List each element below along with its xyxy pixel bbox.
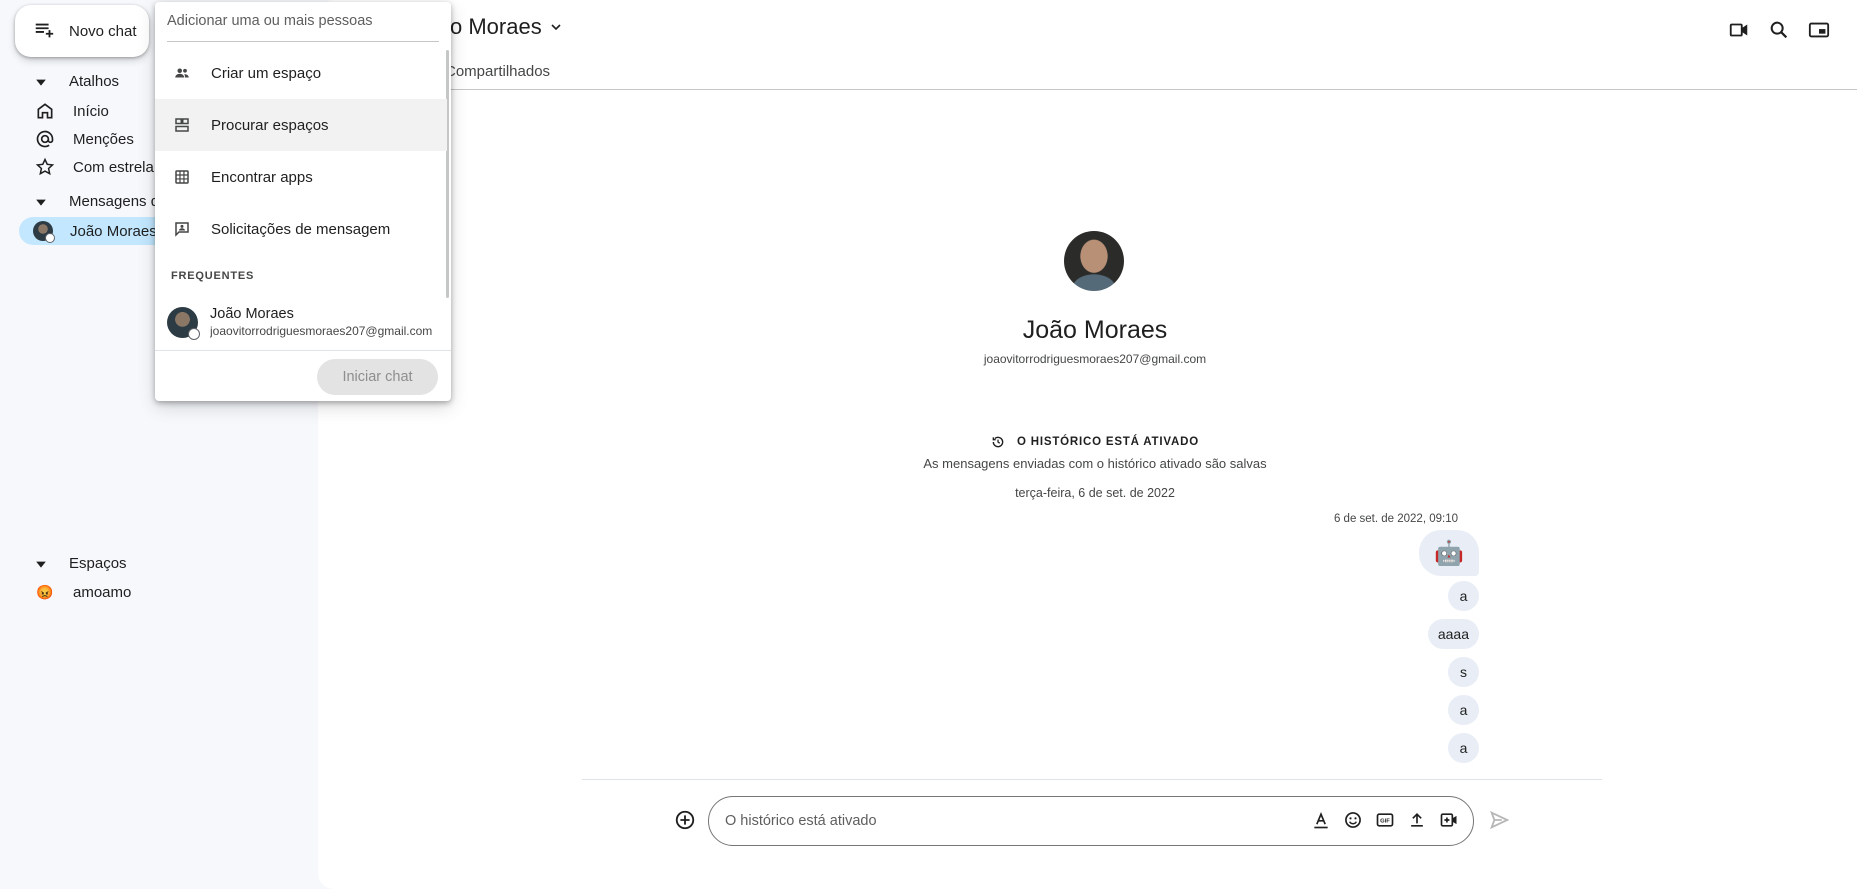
frequent-contact[interactable]: João Moraes joaovitorrodriguesmoraes207@… xyxy=(167,301,443,343)
history-subtitle: As mensagens enviadas com o histórico at… xyxy=(923,456,1267,471)
picture-in-picture-icon[interactable] xyxy=(1808,19,1830,41)
home-icon xyxy=(37,103,53,119)
profile-avatar xyxy=(1064,231,1124,291)
group-add-icon xyxy=(175,68,189,78)
spaces-heading: Espaços xyxy=(69,555,127,572)
send-icon[interactable] xyxy=(1488,809,1510,831)
caret-down-icon xyxy=(36,79,46,86)
message-bubble[interactable]: a xyxy=(1448,695,1479,725)
conversation-title-text: o Moraes xyxy=(450,14,542,39)
at-icon xyxy=(36,130,54,148)
sidebar-item-label: amoamo xyxy=(73,583,132,601)
caret-down-icon xyxy=(36,561,46,568)
sidebar-item-mentions[interactable]: Menções xyxy=(35,127,134,151)
frequent-contact-email: joaovitorrodriguesmoraes207@gmail.com xyxy=(210,324,433,338)
menu-item-label: Encontrar apps xyxy=(211,168,313,186)
shortcuts-section-toggle[interactable]: Atalhos xyxy=(35,73,119,90)
new-chat-button[interactable]: Novo chat xyxy=(15,5,149,57)
frequent-heading: FREQUENTES xyxy=(171,270,255,282)
avatar xyxy=(167,306,200,340)
menu-item-label: Procurar espaços xyxy=(211,116,329,134)
message-request-icon xyxy=(175,222,189,237)
menu-item-browse-spaces[interactable]: Procurar espaços xyxy=(155,99,447,151)
conversation-title[interactable]: o Moraes xyxy=(450,14,564,40)
browse-spaces-icon xyxy=(175,118,189,132)
apps-grid-icon xyxy=(175,170,189,184)
history-status: O HISTÓRICO ESTÁ ATIVADO xyxy=(0,435,1857,449)
message-bubble[interactable]: aaaa xyxy=(1427,619,1479,649)
message-bubble[interactable]: 🤖 xyxy=(1419,530,1479,576)
sidebar-item-home[interactable]: Início xyxy=(35,99,109,123)
video-add-icon[interactable] xyxy=(1439,810,1459,830)
svg-text:GIF: GIF xyxy=(1380,819,1390,825)
message-bubble[interactable]: a xyxy=(1448,581,1479,611)
header-divider xyxy=(318,89,1857,90)
search-icon[interactable] xyxy=(1768,19,1790,41)
sidebar-item-label: João Moraes xyxy=(70,222,157,240)
add-people-input[interactable] xyxy=(167,13,439,42)
spaces-section-toggle[interactable]: Espaços xyxy=(35,555,127,572)
sidebar-item-amoamo[interactable]: 😡 amoamo xyxy=(35,580,131,604)
message-bubble[interactable]: s xyxy=(1448,657,1479,687)
shortcuts-heading: Atalhos xyxy=(69,73,120,90)
menu-divider xyxy=(155,350,451,351)
start-chat-button[interactable]: Iniciar chat xyxy=(317,359,438,395)
add-attachment-icon[interactable] xyxy=(674,809,696,831)
history-icon xyxy=(992,436,1004,448)
caret-down-icon xyxy=(36,199,46,206)
frequent-contact-details: João Moraes joaovitorrodriguesmoraes207@… xyxy=(210,306,433,338)
new-chat-label: Novo chat xyxy=(69,22,137,40)
sidebar-item-label: Com estrela xyxy=(73,158,154,176)
sidebar-item-label: Menções xyxy=(73,130,134,148)
tab-shared[interactable]: Compartilhados xyxy=(445,63,550,80)
menu-item-find-apps[interactable]: Encontrar apps xyxy=(155,151,447,203)
composer-divider xyxy=(582,779,1602,780)
menu-item-label: Criar um espaço xyxy=(211,64,322,82)
gif-icon[interactable]: GIF xyxy=(1375,810,1395,830)
new-chat-icon xyxy=(35,23,54,38)
star-icon xyxy=(35,157,55,176)
new-chat-menu: Criar um espaço Procurar espaços Encontr… xyxy=(155,2,451,401)
emoji-icon[interactable] xyxy=(1343,810,1363,830)
composer-toolbar: GIF xyxy=(1311,810,1459,830)
message-timestamp: 6 de set. de 2022, 09:10 xyxy=(1333,513,1458,525)
sidebar-item-starred[interactable]: Com estrela xyxy=(35,155,154,179)
format-text-icon[interactable] xyxy=(1311,810,1331,830)
message-composer: GIF xyxy=(708,796,1474,846)
menu-item-create-space[interactable]: Criar um espaço xyxy=(155,47,447,99)
date-separator: terça-feira, 6 de set. de 2022 xyxy=(1015,486,1175,500)
message-bubble[interactable]: a xyxy=(1448,733,1479,763)
frequent-contact-name: João Moraes xyxy=(210,306,294,322)
video-call-icon[interactable] xyxy=(1728,19,1750,41)
menu-item-label: Solicitações de mensagem xyxy=(211,220,391,238)
chevron-down-icon xyxy=(551,24,561,31)
message-input[interactable] xyxy=(725,813,1285,829)
dm-section-toggle[interactable]: Mensagens d xyxy=(35,193,159,210)
menu-item-message-requests[interactable]: Solicitações de mensagem xyxy=(155,203,447,255)
upload-icon[interactable] xyxy=(1407,810,1427,830)
space-emoji-icon: 😡 xyxy=(36,583,54,600)
avatar xyxy=(33,221,55,243)
dm-heading: Mensagens d xyxy=(69,193,160,210)
sidebar-item-label: Início xyxy=(73,102,109,120)
history-title: O HISTÓRICO ESTÁ ATIVADO xyxy=(1017,436,1199,448)
